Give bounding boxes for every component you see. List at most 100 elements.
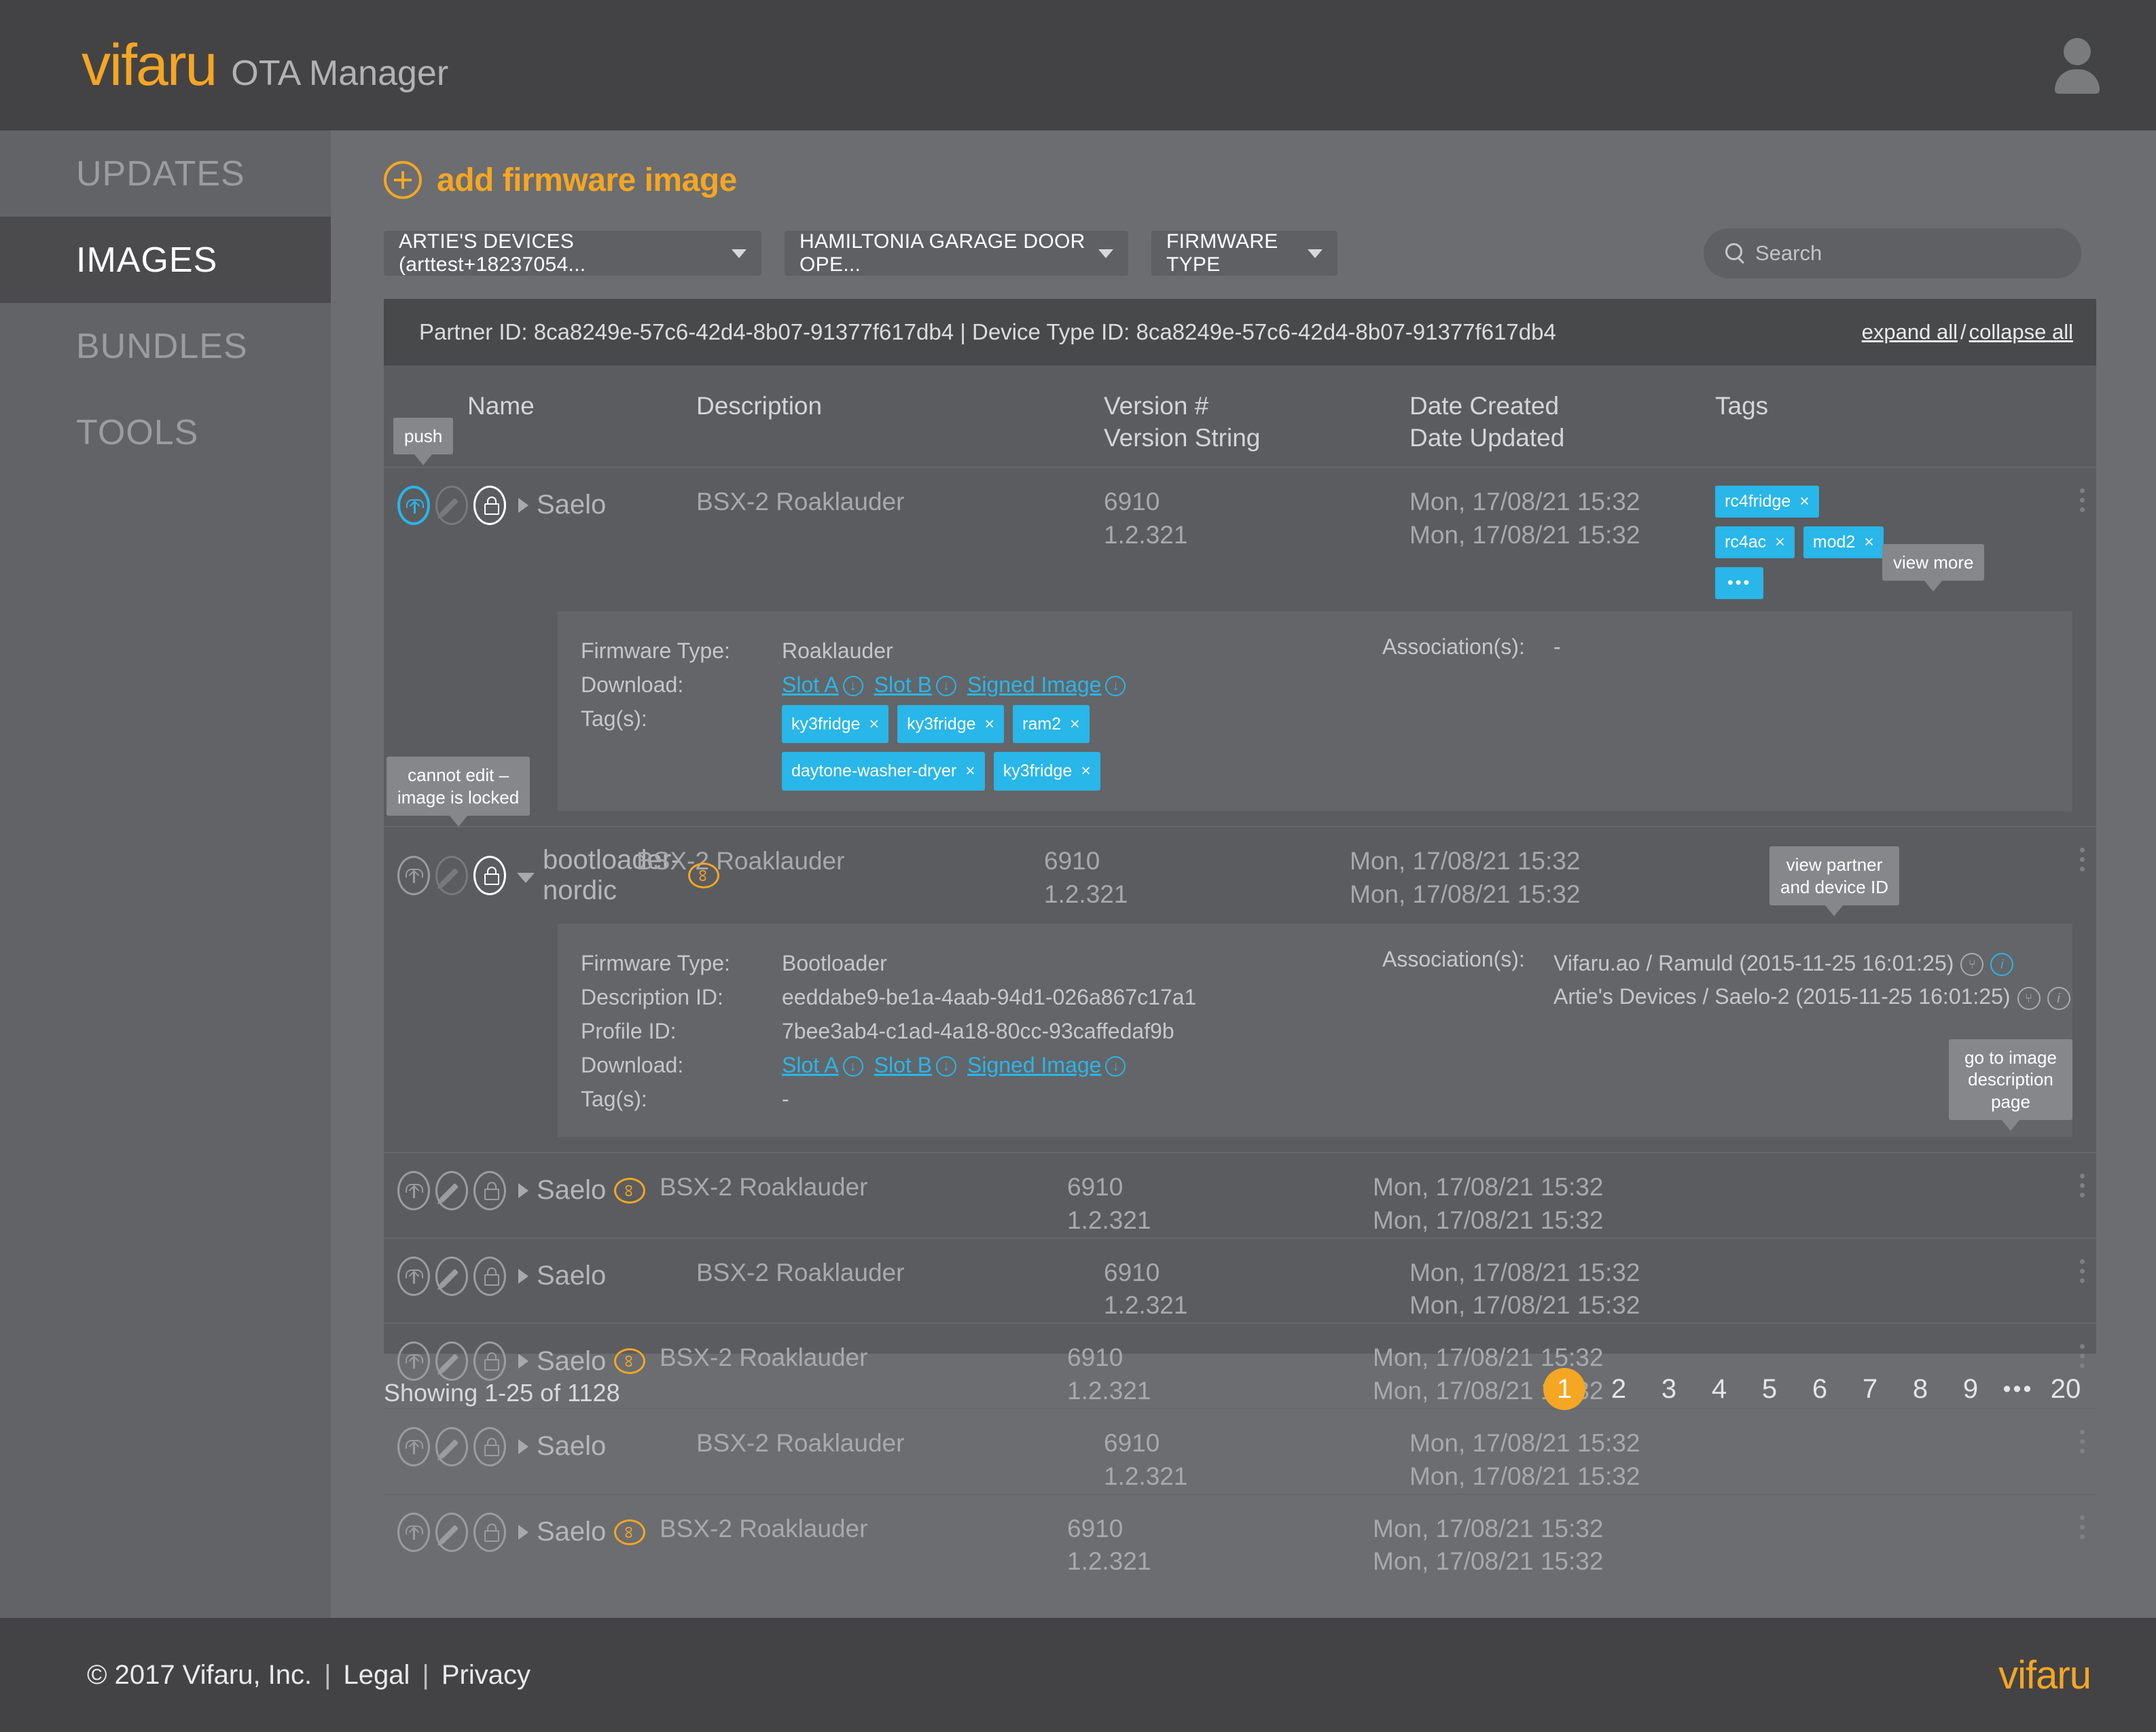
edit-pencil-icon[interactable]	[435, 1426, 468, 1466]
tag-chip[interactable]: ky3fridge ×	[993, 752, 1100, 791]
lock-icon[interactable]	[473, 1256, 506, 1296]
row-menu-icon[interactable]	[2077, 1429, 2087, 1454]
push-icon[interactable]	[397, 1426, 430, 1466]
add-firmware-image-button[interactable]: add firmware image	[384, 161, 737, 199]
download-slot-a-link[interactable]: Slot A	[782, 1053, 839, 1077]
tag-chip[interactable]: rc4ac ×	[1715, 526, 1795, 558]
edit-pencil-icon[interactable]	[435, 1512, 468, 1552]
download-icon[interactable]: ↓	[842, 676, 863, 697]
sidebar-item-updates[interactable]: UPDATES	[0, 130, 331, 217]
expand-triangle-icon[interactable]	[518, 497, 528, 513]
link-badge-icon[interactable]: ∞	[614, 1348, 646, 1375]
lock-icon[interactable]	[473, 485, 506, 525]
page-button-20[interactable]: 20	[2041, 1374, 2091, 1405]
tag-chip[interactable]: ky3fridge ×	[897, 704, 1005, 744]
table-row[interactable]: Saelo ∞ BSX-2 Roaklauder 6910 1.2.321 Mo…	[384, 1493, 2096, 1579]
push-icon[interactable]	[397, 485, 430, 525]
collapse-triangle-icon[interactable]	[517, 872, 535, 883]
partner-dropdown[interactable]: ARTIE'S DEVICES (arttest+18237054...	[384, 230, 761, 276]
lock-icon[interactable]	[473, 1512, 506, 1552]
row-name[interactable]: Saelo	[537, 1346, 606, 1377]
row-menu-icon[interactable]	[2077, 1344, 2087, 1369]
expand-triangle-icon[interactable]	[518, 1524, 528, 1540]
tag-remove-icon[interactable]: ×	[965, 758, 975, 784]
page-button-9[interactable]: 9	[1945, 1374, 1996, 1405]
row-name[interactable]: Saelo	[537, 1261, 606, 1291]
search-input[interactable]	[1755, 241, 2041, 266]
download-icon[interactable]: ↓	[935, 676, 956, 697]
lock-icon[interactable]	[473, 1170, 506, 1210]
row-name[interactable]: Saelo	[537, 1175, 606, 1206]
info-icon[interactable]: i	[2047, 987, 2070, 1011]
legal-link[interactable]: Legal	[344, 1660, 410, 1690]
row-name[interactable]: Saelo	[537, 490, 606, 520]
device-icon[interactable]: ⑂	[2017, 987, 2041, 1011]
firmware-type-dropdown[interactable]: FIRMWARE TYPE	[1151, 230, 1337, 276]
page-button-4[interactable]: 4	[1694, 1374, 1744, 1405]
tag-remove-icon[interactable]: ×	[1864, 533, 1874, 552]
expand-triangle-icon[interactable]	[518, 1183, 528, 1198]
download-signed-image-link[interactable]: Signed Image	[967, 672, 1101, 697]
edit-pencil-icon[interactable]	[435, 1256, 468, 1296]
tag-chip[interactable]: rc4fridge ×	[1715, 485, 1819, 518]
expand-triangle-icon[interactable]	[518, 1439, 528, 1454]
push-icon[interactable]	[397, 856, 430, 896]
tag-view-more-button[interactable]: •••	[1715, 566, 1764, 599]
tag-remove-icon[interactable]: ×	[1775, 533, 1785, 552]
lock-icon[interactable]	[473, 1341, 506, 1382]
device-icon[interactable]: ⑂	[1960, 953, 1984, 977]
table-row[interactable]: cannot edit – image is locked bootloader…	[384, 757, 2096, 917]
expand-triangle-icon[interactable]	[518, 1354, 528, 1369]
link-badge-icon[interactable]: ∞	[688, 863, 720, 889]
page-button-7[interactable]: 7	[1845, 1374, 1895, 1405]
push-icon[interactable]	[397, 1170, 430, 1210]
row-name[interactable]: Saelo	[537, 1431, 606, 1462]
tag-chip[interactable]: daytone-washer-dryer ×	[782, 752, 985, 791]
edit-pencil-icon[interactable]	[435, 1170, 468, 1210]
row-menu-icon[interactable]	[2077, 1173, 2087, 1197]
table-row[interactable]: Saelo BSX-2 Roaklauder 6910 1.2.321 Mon,…	[384, 1407, 2096, 1494]
download-icon[interactable]: ↓	[935, 1056, 956, 1077]
push-icon[interactable]	[397, 1341, 430, 1382]
sidebar-item-images[interactable]: IMAGES	[0, 217, 331, 303]
tag-remove-icon[interactable]: ×	[869, 711, 879, 738]
lock-icon[interactable]	[473, 1426, 506, 1466]
row-menu-icon[interactable]	[2077, 1515, 2087, 1539]
link-badge-icon[interactable]: ∞	[614, 1519, 646, 1545]
expand-triangle-icon[interactable]	[518, 1268, 528, 1284]
edit-pencil-icon[interactable]	[435, 1341, 468, 1382]
download-slot-a-link[interactable]: Slot A	[782, 672, 839, 697]
page-button-5[interactable]: 5	[1744, 1374, 1795, 1405]
tag-remove-icon[interactable]: ×	[1070, 711, 1080, 738]
row-menu-icon[interactable]	[2077, 488, 2087, 512]
row-name[interactable]: Saelo	[537, 1517, 606, 1547]
sidebar-item-bundles[interactable]: BUNDLES	[0, 303, 331, 389]
push-icon[interactable]	[397, 1256, 430, 1296]
download-slot-b-link[interactable]: Slot B	[874, 672, 932, 697]
row-menu-icon[interactable]	[2077, 1259, 2087, 1283]
download-slot-b-link[interactable]: Slot B	[874, 1053, 932, 1077]
tag-chip[interactable]: mod2 ×	[1803, 526, 1884, 558]
info-icon[interactable]: i	[1990, 953, 2014, 977]
tag-remove-icon[interactable]: ×	[1081, 758, 1091, 784]
tag-remove-icon[interactable]: ×	[1799, 492, 1810, 511]
tag-chip[interactable]: ky3fridge ×	[782, 704, 889, 744]
page-button-1[interactable]: 1	[1543, 1368, 1585, 1410]
push-icon[interactable]	[397, 1512, 430, 1552]
search-box[interactable]	[1704, 228, 2081, 278]
row-menu-icon[interactable]	[2077, 848, 2087, 872]
user-avatar-icon[interactable]	[2051, 38, 2103, 94]
device-type-dropdown[interactable]: HAMILTONIA GARAGE DOOR OPE...	[785, 230, 1128, 276]
table-row[interactable]: push Saelo BSX-2 Roaklauder 6910 1.2.321…	[384, 417, 2096, 599]
table-row[interactable]: Saelo ∞ BSX-2 Roaklauder 6910 1.2.321 Mo…	[384, 1151, 2096, 1238]
download-icon[interactable]: ↓	[1105, 1056, 1126, 1077]
download-signed-image-link[interactable]: Signed Image	[967, 1053, 1101, 1077]
lock-icon[interactable]	[473, 856, 506, 896]
privacy-link[interactable]: Privacy	[442, 1660, 531, 1690]
page-button-8[interactable]: 8	[1895, 1374, 1945, 1405]
app-logo[interactable]: vifaru OTA Manager	[82, 36, 448, 94]
sidebar-item-tools[interactable]: TOOLS	[0, 389, 331, 475]
tag-remove-icon[interactable]: ×	[985, 711, 995, 738]
download-icon[interactable]: ↓	[1105, 676, 1126, 697]
page-button-6[interactable]: 6	[1795, 1374, 1845, 1405]
